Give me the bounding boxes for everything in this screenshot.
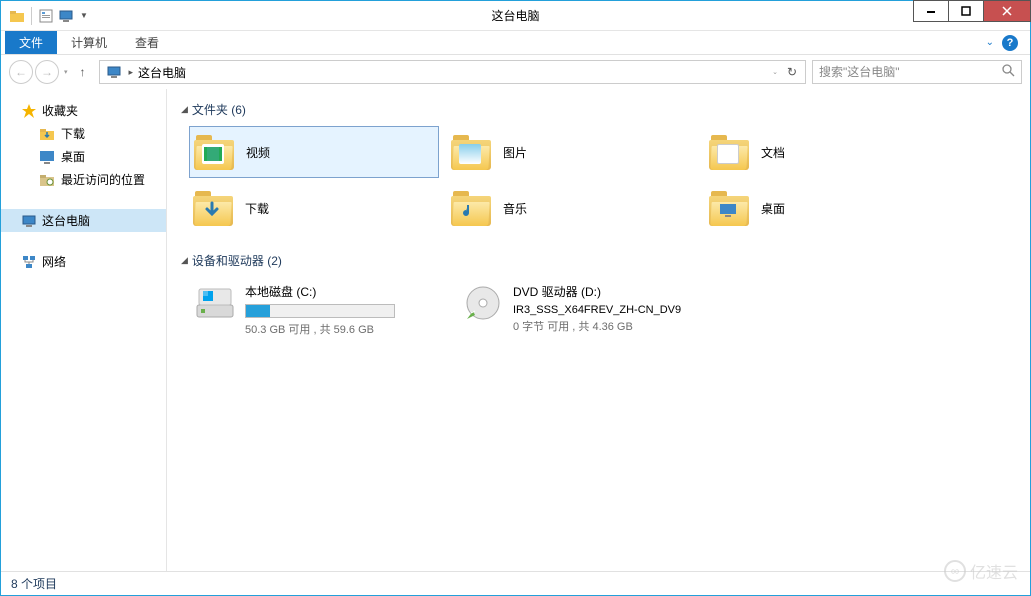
drive-dvd-d[interactable]: DVD 驱动器 (D:) IR3_SSS_X64FREV_ZH-CN_DV9 0… [457,279,717,341]
address-bar[interactable]: ▸ 这台电脑 ⌄ ↻ [99,60,806,84]
section-folders-label: 文件夹 (6) [192,101,246,118]
nav-up-button[interactable]: ↑ [73,62,93,82]
section-folders-header[interactable]: ◢ 文件夹 (6) [181,97,1016,122]
ribbon-expand-icon[interactable]: ⌄ [986,37,994,48]
refresh-icon[interactable]: ↻ [787,65,797,79]
watermark: 亿速云 [944,559,1018,583]
collapse-icon: ◢ [181,255,188,266]
sidebar-favorites[interactable]: 收藏夹 [1,99,166,122]
folder-label: 图片 [503,144,527,161]
search-box[interactable] [812,60,1022,84]
drive-subtitle: IR3_SSS_X64FREV_ZH-CN_DV9 [513,304,713,316]
folder-desktop[interactable]: 桌面 [705,182,955,234]
titlebar: ▼ 这台电脑 [1,1,1030,31]
tab-view[interactable]: 查看 [121,31,173,54]
dvd-icon [461,283,505,323]
folder-pictures[interactable]: 图片 [447,126,697,178]
sidebar-network-label: 网络 [42,253,66,270]
breadcrumb-arrow-icon[interactable]: ▸ [126,67,137,78]
desktop-folder-icon [709,190,749,226]
network-icon [21,254,37,270]
nav-history-dropdown[interactable]: ▾ [61,68,71,76]
collapse-icon: ◢ [181,104,188,115]
content-pane: ◢ 文件夹 (6) 视频 图片 文档 下载 [167,89,1030,571]
window-controls [913,1,1030,30]
explorer-window: ▼ 这台电脑 文件 计算机 查看 ⌄ ? ← → ▾ ↑ ▸ 这 [0,0,1031,596]
nav-forward-button[interactable]: → [35,60,59,84]
drive-stats: 50.3 GB 可用 , 共 59.6 GB [245,321,445,337]
watermark-text: 亿速云 [970,559,1018,583]
sidebar-item-downloads[interactable]: 下载 [1,122,166,145]
desktop-icon [39,149,55,165]
qat-separator [31,7,32,25]
folder-label: 桌面 [761,200,785,217]
tab-computer[interactable]: 计算机 [57,31,121,54]
sidebar-item-label: 桌面 [61,148,85,165]
qat-dropdown[interactable]: ▼ [78,11,90,20]
folder-label: 视频 [246,144,270,161]
navigation-pane: 收藏夹 下载 桌面 最近访问的位置 这台电脑 [1,89,167,571]
music-folder-icon [451,190,491,226]
folders-grid: 视频 图片 文档 下载 音乐 [181,122,1016,248]
folder-label: 下载 [245,200,269,217]
search-icon[interactable] [1002,64,1015,80]
drive-name: DVD 驱动器 (D:) [513,283,713,300]
folder-documents[interactable]: 文档 [705,126,955,178]
folder-videos[interactable]: 视频 [189,126,439,178]
drive-name: 本地磁盘 (C:) [245,283,445,300]
minimize-button[interactable] [913,0,949,22]
sidebar-item-label: 最近访问的位置 [61,171,145,188]
breadcrumb[interactable]: 这台电脑 [136,64,188,81]
body: 收藏夹 下载 桌面 最近访问的位置 这台电脑 [1,89,1030,571]
navigation-bar: ← → ▾ ↑ ▸ 这台电脑 ⌄ ↻ [1,55,1030,89]
breadcrumb-label: 这台电脑 [138,64,186,81]
window-title: 这台电脑 [491,7,539,24]
drive-local-c[interactable]: 本地磁盘 (C:) 50.3 GB 可用 , 共 59.6 GB [189,279,449,341]
folder-downloads[interactable]: 下载 [189,182,439,234]
section-drives-header[interactable]: ◢ 设备和驱动器 (2) [181,248,1016,273]
sidebar-item-label: 下载 [61,125,85,142]
properties-icon[interactable] [38,8,54,24]
section-drives-label: 设备和驱动器 (2) [192,252,282,269]
sidebar-this-pc[interactable]: 这台电脑 [1,209,166,232]
hdd-icon [193,283,237,323]
close-button[interactable] [983,0,1031,22]
nav-back-button[interactable]: ← [9,60,33,84]
folder-small-icon [9,8,25,24]
pc-small-icon[interactable] [58,8,74,24]
star-icon [21,103,37,119]
help-icon[interactable]: ? [1002,35,1018,51]
sidebar-item-recent[interactable]: 最近访问的位置 [1,168,166,191]
folder-label: 音乐 [503,200,527,217]
pc-icon [21,213,37,229]
drive-stats: 0 字节 可用 , 共 4.36 GB [513,318,713,334]
folder-music[interactable]: 音乐 [447,182,697,234]
drives-grid: 本地磁盘 (C:) 50.3 GB 可用 , 共 59.6 GB DVD 驱动器… [181,273,1016,341]
folder-label: 文档 [761,144,785,161]
sidebar-item-desktop[interactable]: 桌面 [1,145,166,168]
sidebar-this-pc-label: 这台电脑 [42,212,90,229]
search-input[interactable] [819,65,1002,79]
downloads-folder-icon [193,190,233,226]
drive-capacity-bar [245,304,395,318]
sidebar-favorites-label: 收藏夹 [42,102,78,119]
status-bar: 8 个项目 [1,571,1030,595]
documents-folder-icon [709,134,749,170]
pictures-folder-icon [451,134,491,170]
tab-file[interactable]: 文件 [5,31,57,54]
sidebar-network[interactable]: 网络 [1,250,166,273]
address-dropdown-icon[interactable]: ⌄ [769,68,781,76]
recent-icon [39,172,55,188]
download-folder-icon [39,126,55,142]
address-pc-icon [106,64,122,80]
ribbon: 文件 计算机 查看 ⌄ ? [1,31,1030,55]
quick-access-toolbar: ▼ [1,1,98,30]
status-item-count: 8 个项目 [11,575,57,592]
videos-folder-icon [194,134,234,170]
maximize-button[interactable] [948,0,984,22]
